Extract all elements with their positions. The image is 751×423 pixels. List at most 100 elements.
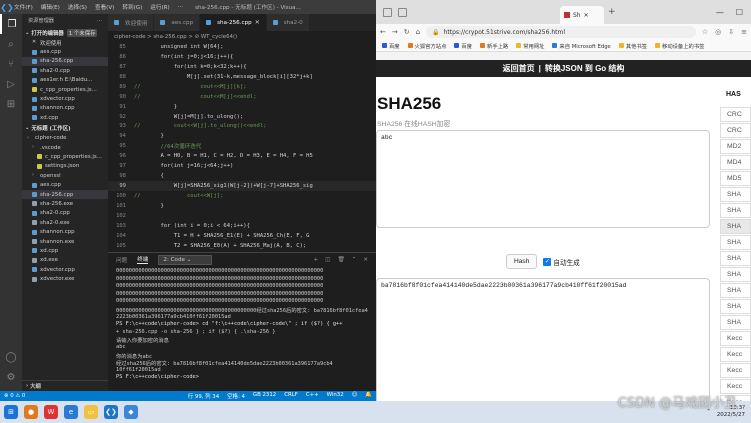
firefox-icon[interactable]: ● bbox=[24, 405, 38, 419]
editor-tab[interactable]: aes.cpp bbox=[154, 14, 201, 31]
sidebar-item-algorithm[interactable]: SHA bbox=[720, 299, 751, 314]
file-tree-item[interactable]: sha2-0.exe bbox=[22, 218, 108, 227]
input-textarea[interactable]: abc bbox=[376, 130, 710, 228]
windows-start-icon[interactable]: ⊞ bbox=[4, 405, 18, 419]
bookmark-item[interactable]: 百度 bbox=[382, 42, 400, 50]
output-textarea[interactable]: ba7816bf8f01cfea414140de5dae2223b00361a3… bbox=[376, 278, 710, 401]
close-icon[interactable]: ✕ bbox=[584, 12, 589, 19]
problems-status[interactable]: ⊗ 0 ⚠ 0 bbox=[4, 393, 25, 399]
file-tree-item[interactable]: xdvector.exe bbox=[22, 274, 108, 283]
file-tree-item[interactable]: xd.cpp bbox=[22, 246, 108, 255]
tab-problems[interactable]: 问题 bbox=[116, 256, 127, 264]
menu-item[interactable]: ... bbox=[178, 3, 183, 11]
code-editor[interactable]: 85 unsigned int W[64]; 86 for(int j=0;j<1… bbox=[108, 42, 376, 252]
new-tab-icon[interactable]: + bbox=[608, 7, 616, 17]
sidebar-item-algorithm[interactable]: SHA bbox=[720, 187, 751, 202]
bookmark-star-icon[interactable]: ☆ bbox=[702, 28, 708, 36]
file-tree-item[interactable]: sha-256.exe bbox=[22, 199, 108, 208]
edge-icon[interactable]: e bbox=[64, 405, 78, 419]
file-tree-item[interactable]: settings.json bbox=[22, 162, 108, 171]
status-item[interactable]: 🔔 bbox=[365, 392, 372, 400]
sidebar-item-algorithm[interactable]: MD4 bbox=[720, 155, 751, 170]
sidebar-item-algorithm[interactable]: CRC bbox=[720, 123, 751, 138]
source-control-icon[interactable]: ⑂ bbox=[0, 54, 22, 74]
sidebar-item-algorithm[interactable]: SHA bbox=[720, 251, 751, 266]
open-editor-item[interactable]: shannon.cpp bbox=[22, 104, 108, 113]
status-item[interactable]: ☺ bbox=[352, 392, 358, 400]
app-taskbar-icon[interactable]: ◆ bbox=[124, 405, 138, 419]
download-icon[interactable]: ⇩ bbox=[728, 28, 734, 36]
workspace-section[interactable]: ⌄ 无标题 (工作区) bbox=[22, 123, 108, 134]
sidebar-item-algorithm[interactable]: SHA bbox=[720, 267, 751, 282]
sidebar-item-algorithm[interactable]: SHA bbox=[720, 283, 751, 298]
open-editor-item[interactable]: aes1er.h E:\Baidu... bbox=[22, 76, 108, 85]
split-terminal-icon[interactable]: ◫ bbox=[325, 257, 330, 263]
maximize-panel-icon[interactable]: ⌃ bbox=[352, 257, 357, 263]
wps-icon[interactable]: W bbox=[44, 405, 58, 419]
more-actions-icon[interactable]: ··· bbox=[97, 18, 102, 24]
open-editor-item[interactable]: sha-256.cpp bbox=[22, 56, 108, 67]
outline-section[interactable]: › 大纲 bbox=[22, 380, 108, 391]
status-item[interactable]: 行 99, 列 34 bbox=[188, 392, 219, 400]
bookmark-item[interactable]: 火狐官方站点 bbox=[407, 42, 446, 50]
file-explorer-icon[interactable]: ▭ bbox=[84, 405, 98, 419]
status-item[interactable]: C++ bbox=[306, 392, 319, 400]
tab-list-icon[interactable] bbox=[398, 7, 407, 17]
nav-link-json-go[interactable]: 转换JSON 到 Go 结构 bbox=[545, 63, 625, 74]
bookmark-item[interactable]: 常用网址 bbox=[516, 42, 544, 50]
sidebar-item-algorithm[interactable]: MD5 bbox=[720, 171, 751, 186]
sidebar-item-algorithm[interactable]: MD2 bbox=[720, 139, 751, 154]
tab-overview-icon[interactable] bbox=[383, 7, 392, 17]
sidebar-item-algorithm[interactable]: SHA bbox=[720, 203, 751, 218]
open-editor-item[interactable]: c_cpp_properties.js... bbox=[22, 85, 108, 94]
bookmark-item[interactable]: 其他书签 bbox=[618, 42, 647, 50]
minimize-icon[interactable]: — bbox=[716, 8, 724, 17]
hash-button[interactable]: Hash bbox=[506, 254, 538, 269]
status-item[interactable]: 空格: 4 bbox=[227, 392, 245, 400]
file-tree-item[interactable]: shannon.cpp bbox=[22, 227, 108, 236]
back-icon[interactable]: ← bbox=[380, 28, 386, 36]
auto-generate-checkbox[interactable]: ✓ 自动生成 bbox=[543, 257, 580, 267]
sidebar-item-algorithm[interactable]: SHA bbox=[720, 235, 751, 250]
status-item[interactable]: CRLF bbox=[284, 392, 298, 400]
menu-item[interactable]: 查看(V) bbox=[95, 3, 114, 11]
sidebar-item-algorithm[interactable]: Kecc bbox=[720, 363, 751, 378]
bookmark-item[interactable]: 百度 bbox=[454, 42, 472, 50]
open-editor-item[interactable]: sha2-0.cpp bbox=[22, 66, 108, 75]
editor-tab[interactable]: sha2-0 bbox=[266, 14, 310, 31]
sidebar-item-algorithm[interactable]: Kecc bbox=[720, 331, 751, 346]
menu-icon[interactable]: ≡ bbox=[741, 28, 747, 36]
file-tree-item[interactable]: xdvector.cpp bbox=[22, 265, 108, 274]
sidebar-item-algorithm[interactable]: SHA bbox=[720, 315, 751, 330]
terminal-select[interactable]: 2: Code ⌄ bbox=[158, 254, 213, 265]
status-item[interactable]: GB 2312 bbox=[253, 392, 276, 400]
file-tree-item[interactable]: › .vscode bbox=[22, 143, 108, 152]
open-editor-item[interactable]: xdvector.cpp bbox=[22, 94, 108, 103]
file-tree-item[interactable]: sha-256.cpp bbox=[22, 189, 108, 200]
account-icon[interactable]: ◯ bbox=[0, 347, 22, 367]
open-editor-item[interactable]: xd.cpp bbox=[22, 113, 108, 122]
explorer-icon[interactable]: ❐ bbox=[0, 14, 22, 34]
breadcrumb[interactable]: cipher-code > sha-256.cpp > ⊘ WT_cycle64… bbox=[108, 31, 376, 42]
menu-item[interactable]: 编辑(E) bbox=[41, 3, 60, 11]
open-editors-section[interactable]: ⌄ 打开的编辑器 1 个未保存 bbox=[22, 27, 108, 38]
vscode-taskbar-icon[interactable]: ❮❯ bbox=[104, 405, 118, 419]
browser-tab[interactable]: Sh ✕ bbox=[560, 6, 604, 24]
editor-tab[interactable]: sha-256.cpp ✕ bbox=[200, 14, 267, 31]
tab-terminal[interactable]: 终端 bbox=[137, 255, 149, 264]
open-editor-item[interactable]: aes.cpp bbox=[22, 47, 108, 56]
menu-item[interactable]: 运行(R) bbox=[150, 3, 169, 11]
home-icon[interactable]: ⌂ bbox=[416, 28, 420, 36]
menu-item[interactable]: 选择(S) bbox=[68, 3, 87, 11]
sidebar-item-algorithm[interactable]: CRC bbox=[720, 107, 751, 122]
bookmark-item[interactable]: 移动设备上的书签 bbox=[655, 42, 704, 50]
file-tree-item[interactable]: shannon.exe bbox=[22, 237, 108, 246]
file-tree-item[interactable]: › cipher-code bbox=[22, 134, 108, 143]
file-tree-item[interactable]: c_cpp_properties.js... bbox=[22, 152, 108, 161]
add-terminal-icon[interactable]: + bbox=[314, 257, 319, 263]
sidebar-item-algorithm[interactable]: Kecc bbox=[720, 347, 751, 362]
extensions-icon[interactable]: ⊞ bbox=[0, 94, 22, 114]
pocket-icon[interactable]: ◎ bbox=[715, 28, 721, 36]
status-item[interactable]: Win32 bbox=[327, 392, 344, 400]
open-editor-item[interactable]: ✕ 欢迎使用 bbox=[22, 38, 108, 47]
